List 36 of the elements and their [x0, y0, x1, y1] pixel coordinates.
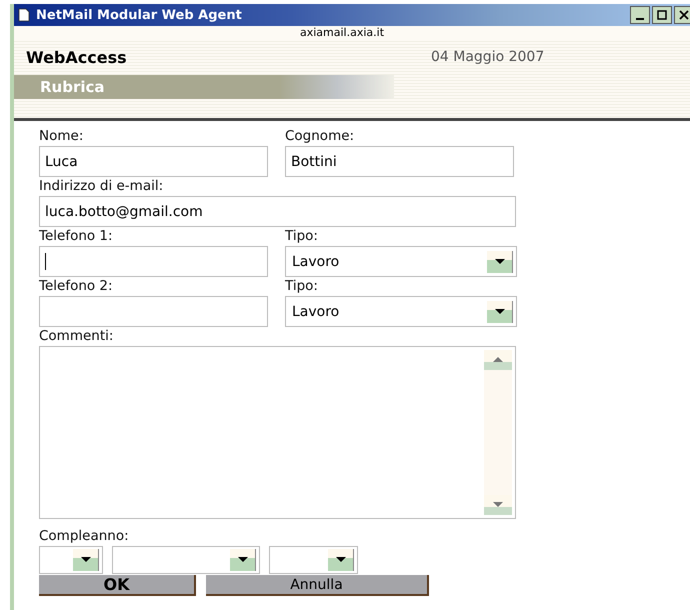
- close-icon: [679, 10, 689, 20]
- document-icon: [18, 8, 30, 22]
- field-label: Tipo:: [285, 277, 319, 296]
- date-text: 04 Maggio 2007: [431, 49, 544, 65]
- window-title: NetMail Modular Web Agent: [36, 8, 243, 22]
- scroll-up-icon[interactable]: [484, 350, 512, 370]
- date-dropdown[interactable]: [112, 546, 260, 574]
- maximize-button[interactable]: [652, 6, 672, 24]
- field-label: Indirizzo di e-mail:: [39, 177, 164, 196]
- date-dropdown[interactable]: [269, 546, 358, 574]
- scrollbar[interactable]: [484, 350, 512, 515]
- field-label: Tipo:: [285, 227, 319, 246]
- email-field[interactable]: luca.botto@gmail.com: [39, 196, 516, 227]
- field-label: Telefono 1:: [39, 227, 114, 246]
- address-text: axiamail.axia.it: [14, 26, 690, 39]
- phone-field[interactable]: [39, 296, 268, 327]
- app-name: WebAccess: [26, 48, 128, 66]
- date-dropdown[interactable]: [39, 546, 103, 574]
- field-label: Compleanno:: [39, 527, 130, 546]
- field-label: Telefono 2:: [39, 277, 114, 296]
- maximize-icon: [657, 10, 667, 20]
- text-field[interactable]: Bottini: [285, 146, 514, 177]
- section-title: Rubrica: [40, 78, 105, 96]
- form-button[interactable]: Annulla: [206, 575, 429, 596]
- field-label: Nome:: [39, 127, 84, 146]
- close-button[interactable]: [674, 6, 690, 24]
- field-label: Cognome:: [285, 127, 356, 146]
- phone-field[interactable]: [39, 246, 268, 277]
- text-field[interactable]: Luca: [39, 146, 268, 177]
- field-label: Commenti:: [39, 327, 114, 346]
- type-dropdown[interactable]: Lavoro: [285, 246, 517, 277]
- minimize-button[interactable]: [630, 6, 650, 24]
- form-button[interactable]: OK: [39, 575, 196, 596]
- scroll-down-icon[interactable]: [484, 495, 512, 515]
- type-dropdown[interactable]: Lavoro: [285, 296, 517, 327]
- minimize-icon: [636, 18, 644, 20]
